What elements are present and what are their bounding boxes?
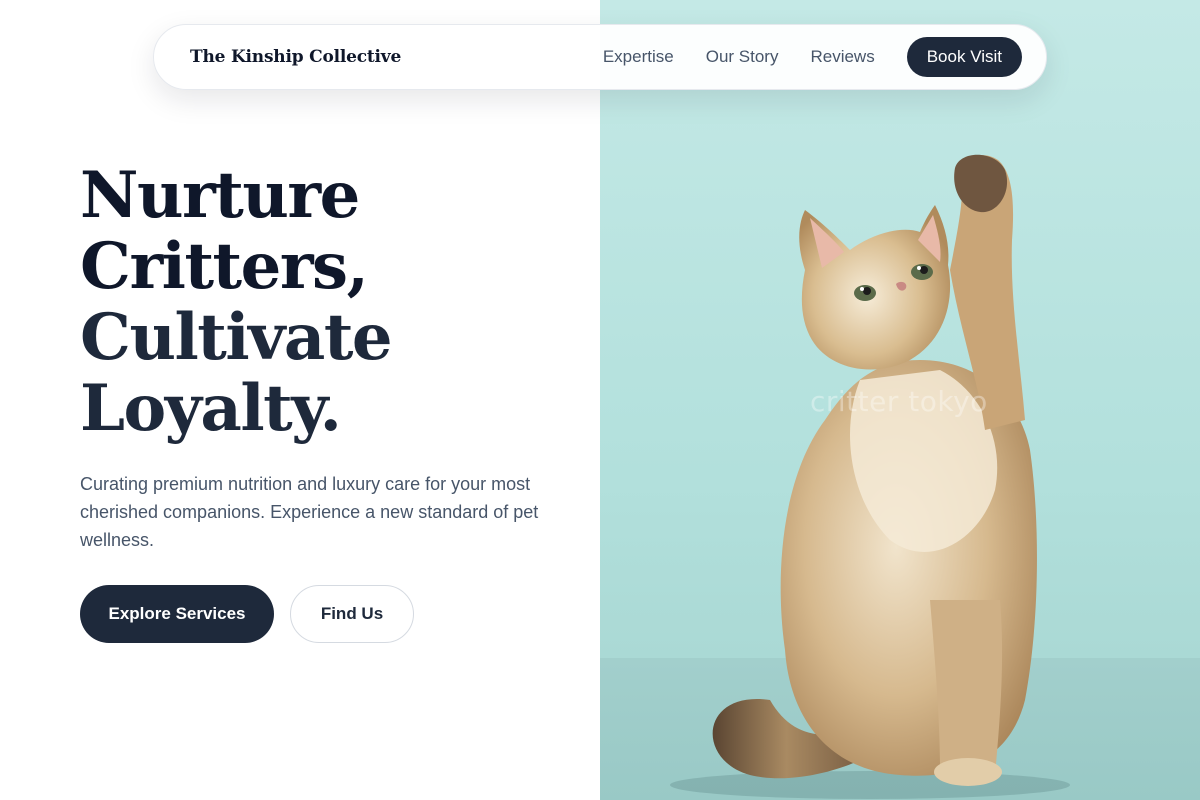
find-us-button[interactable]: Find Us — [290, 585, 414, 643]
hero-title-line: Cultivate — [80, 300, 393, 375]
explore-services-button[interactable]: Explore Services — [80, 585, 274, 643]
nav-link-expertise[interactable]: Expertise — [603, 47, 674, 67]
hero-title-line: Nurture — [80, 158, 360, 233]
image-watermark: critter tokyo — [810, 385, 988, 418]
hero-title-line: Loyalty. — [80, 371, 342, 446]
nav-links: Expertise Our Story Reviews Book Visit — [603, 37, 1022, 77]
navbar: The Kinship Collective Expertise Our Sto… — [153, 24, 1047, 90]
hero-title-line: Critters, — [80, 229, 369, 304]
hero-subtitle: Curating premium nutrition and luxury ca… — [80, 474, 539, 550]
book-visit-button[interactable]: Book Visit — [906, 37, 1022, 77]
nav-link-our-story[interactable]: Our Story — [706, 47, 779, 67]
hero-image-panel: critter tokyo — [600, 0, 1200, 800]
brand-logo[interactable]: The Kinship Collective — [190, 47, 401, 67]
nav-link-reviews[interactable]: Reviews — [810, 47, 874, 67]
hero-title: Nurture Critters, Cultivate Loyalty. — [80, 160, 580, 444]
